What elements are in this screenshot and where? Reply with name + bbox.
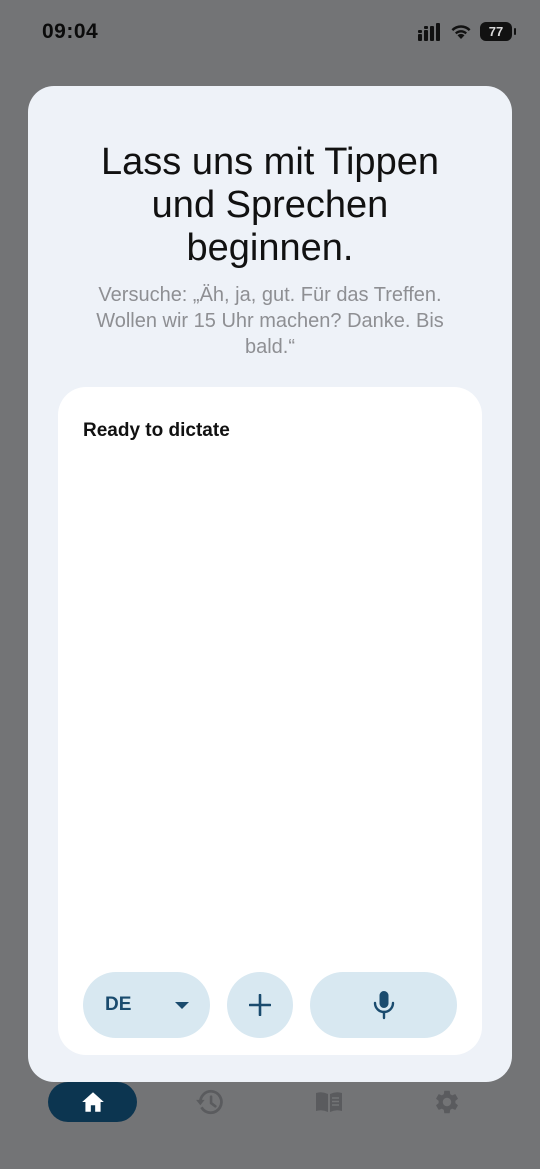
battery-indicator: 77 [480, 22, 516, 41]
signal-icon [418, 22, 440, 41]
title-line-1: Lass uns mit Tippen [101, 141, 439, 183]
language-label: DE [105, 994, 132, 1015]
book-icon [316, 1092, 342, 1112]
microphone-icon [373, 991, 394, 1020]
bottom-navigation [0, 1075, 540, 1135]
add-button[interactable] [227, 972, 293, 1038]
language-selector[interactable]: DE [83, 972, 210, 1038]
nav-home-tab[interactable] [48, 1082, 137, 1122]
dictation-card: Ready to dictate DE [58, 387, 482, 1055]
onboarding-dialog: Lass uns mit Tippen und Sprechen beginnen.… [28, 86, 512, 1082]
dialog-title: Lass uns mit Tippen und Sprechen beginnen. [58, 141, 482, 270]
dialog-hint: Versuche: „Äh, ja, gut. Für das Treffen.… [96, 284, 444, 358]
home-icon [81, 1092, 104, 1112]
status-time: 09:04 [42, 20, 99, 43]
status-bar: 09:04 77 [0, 0, 540, 70]
dictation-status: Ready to dictate [83, 420, 230, 441]
history-icon [196, 1089, 223, 1115]
wifi-icon [451, 25, 471, 39]
nav-history-tab[interactable] [190, 1082, 230, 1122]
status-icons: 77 [418, 22, 516, 41]
gear-icon [436, 1090, 458, 1114]
nav-dictionary-tab[interactable] [309, 1082, 349, 1122]
plus-icon [249, 994, 271, 1016]
nav-settings-tab[interactable] [427, 1082, 467, 1122]
battery-level: 77 [488, 24, 504, 39]
caret-down-icon [175, 1002, 189, 1009]
title-line-2: und Sprechen [151, 184, 389, 226]
microphone-button[interactable] [310, 972, 457, 1038]
title-line-3: beginnen. [186, 227, 354, 269]
